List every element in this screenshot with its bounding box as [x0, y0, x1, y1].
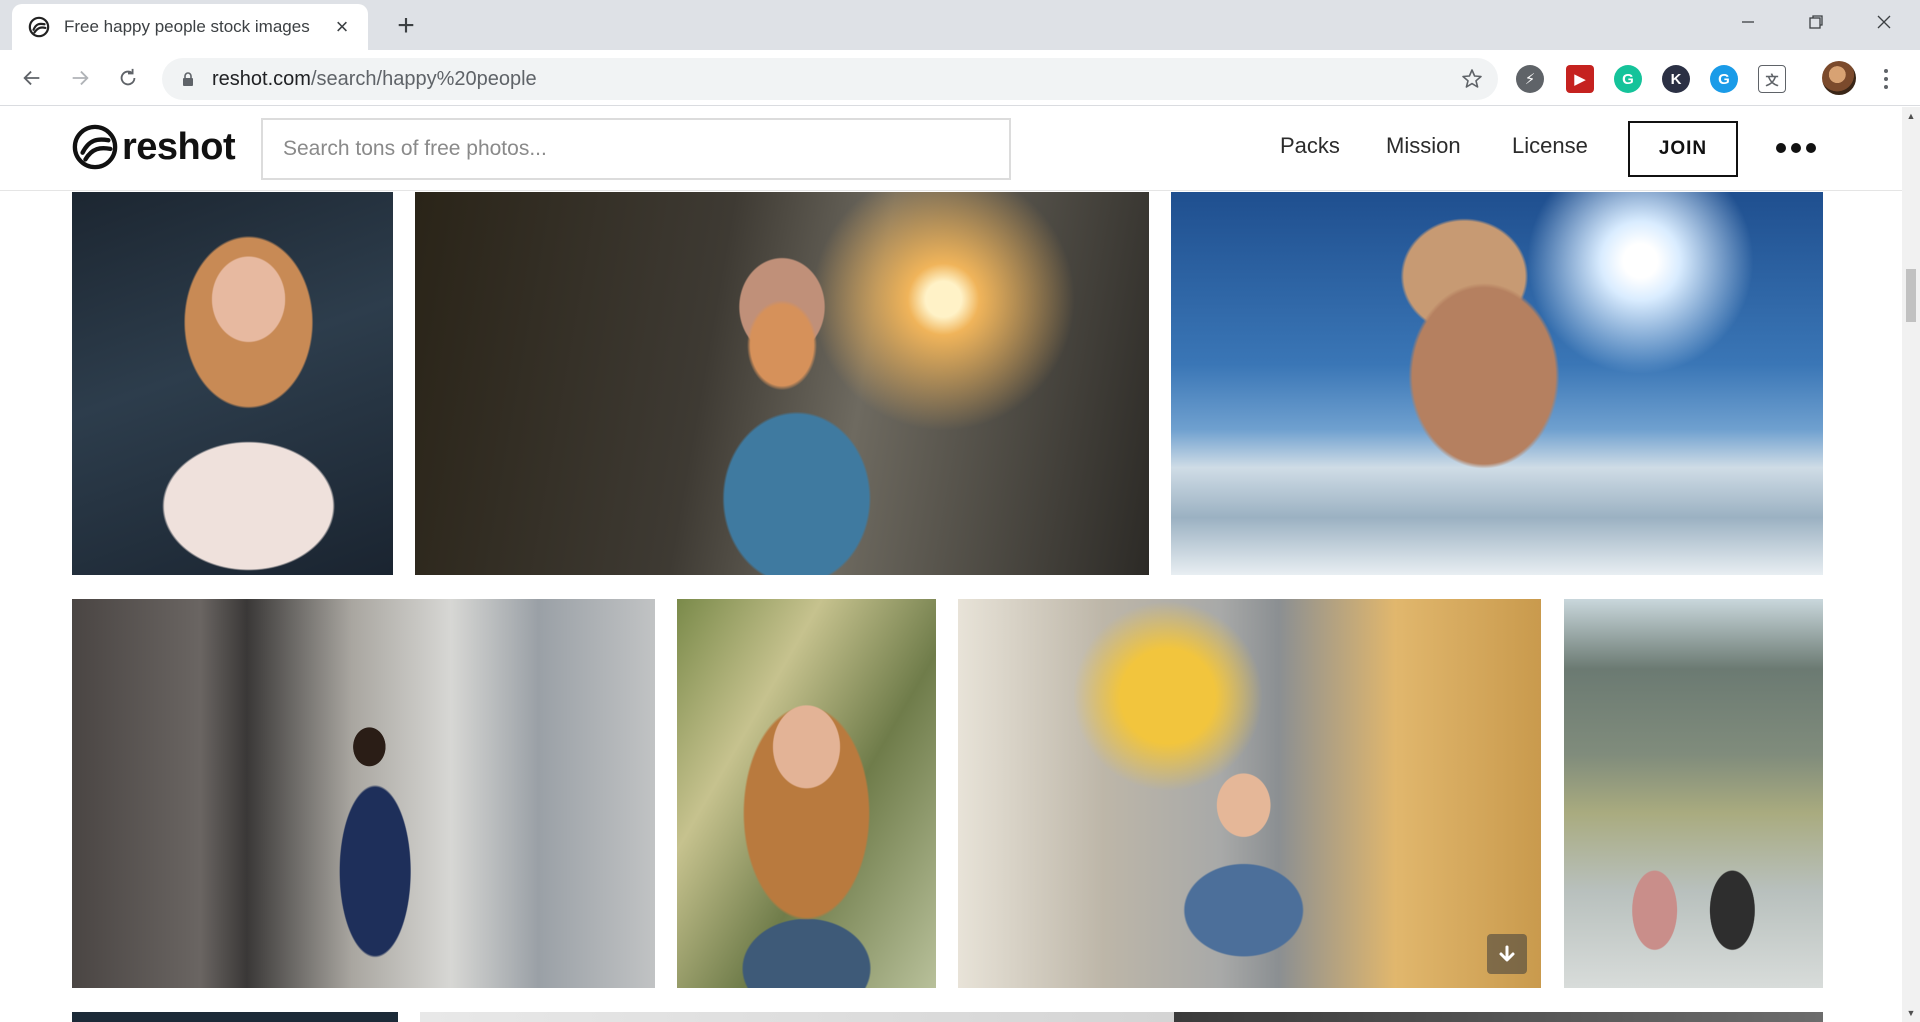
- photo-woman-smiling-portrait[interactable]: [677, 599, 936, 988]
- reshot-logo[interactable]: reshot: [72, 123, 236, 171]
- window-close-button[interactable]: [1856, 4, 1912, 40]
- photo-image: [1564, 599, 1823, 988]
- photo-image: [72, 599, 655, 988]
- photo-couple-mountains[interactable]: [1564, 599, 1823, 988]
- page-scrollbar[interactable]: ▲ ▼: [1902, 107, 1920, 1022]
- photo-next-row-1[interactable]: [72, 1012, 398, 1022]
- photo-image: [420, 1012, 1174, 1022]
- tab-close-icon[interactable]: ×: [330, 14, 354, 39]
- grammarly-extension-icon[interactable]: G: [1614, 65, 1642, 93]
- close-icon: [1877, 15, 1891, 29]
- browser-menu-button[interactable]: [1874, 64, 1898, 94]
- photo-search-input[interactable]: [261, 118, 1011, 180]
- scroll-down-arrow-icon[interactable]: ▼: [1902, 1004, 1920, 1022]
- scroll-up-arrow-icon[interactable]: ▲: [1902, 107, 1920, 125]
- lightning-extension-icon[interactable]: ⚡: [1516, 65, 1544, 93]
- browser-tab-strip: Free happy people stock images × +: [0, 0, 1920, 50]
- more-menu-icon[interactable]: [1776, 143, 1816, 153]
- reshot-logo-icon: [72, 124, 118, 170]
- download-button[interactable]: [1487, 934, 1527, 974]
- profile-avatar[interactable]: [1822, 61, 1856, 95]
- lock-icon: [183, 72, 193, 86]
- reshot-favicon-icon: [28, 16, 50, 38]
- scrollbar-thumb[interactable]: [1906, 269, 1916, 322]
- photo-next-row-2[interactable]: [420, 1012, 1174, 1022]
- window-restore-button[interactable]: [1788, 4, 1844, 40]
- browser-toolbar: reshot.com/search/happy%20people ⚡ ▶ G K…: [0, 50, 1920, 106]
- photo-woman-waving-street[interactable]: [958, 599, 1541, 988]
- tab-title: Free happy people stock images: [64, 17, 310, 36]
- video-extension-icon[interactable]: ▶: [1566, 65, 1594, 93]
- photo-man-street-phone[interactable]: [72, 599, 655, 988]
- bookmark-star-icon[interactable]: [1460, 67, 1484, 91]
- photo-image: [677, 599, 936, 988]
- address-bar[interactable]: reshot.com/search/happy%20people: [162, 58, 1498, 100]
- arrow-left-icon: [23, 70, 40, 86]
- restore-icon: [1809, 15, 1823, 29]
- new-tab-button[interactable]: +: [390, 9, 422, 42]
- site-header: reshot Packs Mission License JOIN: [0, 107, 1902, 191]
- back-button[interactable]: [14, 60, 50, 96]
- photo-women-beach-selfie[interactable]: [1171, 192, 1823, 575]
- join-button[interactable]: JOIN: [1628, 121, 1738, 177]
- photo-image: [958, 599, 1541, 988]
- forward-button[interactable]: [62, 60, 98, 96]
- photo-image: [1174, 1012, 1823, 1022]
- photo-grid: [0, 192, 1902, 1022]
- nav-license-link[interactable]: License: [1512, 133, 1588, 159]
- photo-image: [1171, 192, 1823, 575]
- photo-next-row-3[interactable]: [1174, 1012, 1823, 1022]
- download-arrow-icon: [1499, 945, 1515, 962]
- browser-tab[interactable]: Free happy people stock images ×: [12, 4, 368, 50]
- photo-woman-glasses-scarf[interactable]: [72, 192, 393, 575]
- url-text: reshot.com/search/happy%20people: [212, 68, 537, 91]
- g-extension-icon[interactable]: G: [1710, 65, 1738, 93]
- photo-image: [415, 192, 1149, 575]
- logo-text: reshot: [122, 125, 236, 168]
- reload-icon: [120, 68, 136, 86]
- photo-image: [72, 1012, 398, 1022]
- k-extension-icon[interactable]: K: [1662, 65, 1690, 93]
- reload-button[interactable]: [110, 60, 146, 96]
- url-host: reshot.com: [212, 67, 311, 90]
- nav-mission-link[interactable]: Mission: [1386, 133, 1461, 159]
- minimize-icon: [1742, 21, 1754, 23]
- photo-woman-autumn-leaf[interactable]: [415, 192, 1149, 575]
- window-minimize-button[interactable]: [1720, 4, 1776, 40]
- translate-extension-icon[interactable]: 文: [1758, 65, 1786, 93]
- url-path: /search/happy%20people: [310, 67, 537, 90]
- nav-packs-link[interactable]: Packs: [1280, 133, 1340, 159]
- arrow-right-icon: [72, 70, 89, 86]
- photo-image: [72, 192, 393, 575]
